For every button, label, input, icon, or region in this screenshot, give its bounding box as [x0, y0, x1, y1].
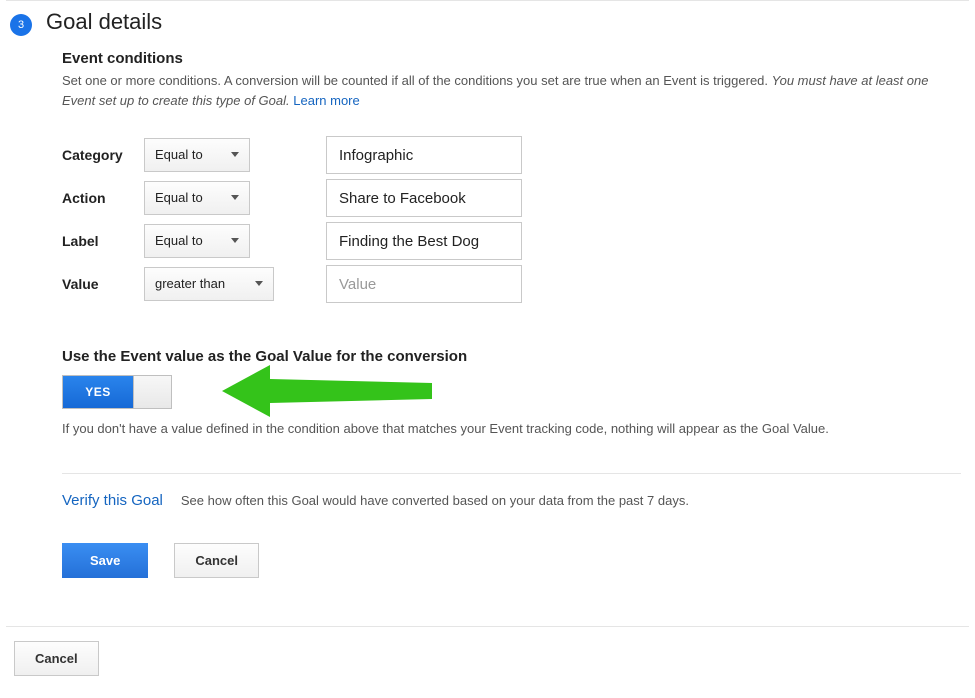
operator-text: greater than [155, 276, 225, 291]
operator-text: Equal to [155, 233, 203, 248]
goal-value-note: If you don't have a value defined in the… [62, 419, 961, 439]
condition-label-label: Label [62, 233, 144, 249]
condition-value-label[interactable] [326, 222, 522, 260]
chevron-down-icon [231, 152, 239, 157]
condition-operator-category[interactable]: Equal to [144, 138, 250, 172]
outer-divider [6, 626, 969, 627]
learn-more-link[interactable]: Learn more [293, 93, 359, 108]
goal-value-toggle[interactable]: YES [62, 375, 172, 409]
event-conditions-help: Set one or more conditions. A conversion… [62, 71, 961, 110]
operator-text: Equal to [155, 147, 203, 162]
condition-operator-label[interactable]: Equal to [144, 224, 250, 258]
condition-label-action: Action [62, 190, 144, 206]
operator-text: Equal to [155, 190, 203, 205]
condition-label-category: Category [62, 147, 144, 163]
conditions-table: Category Equal to Action Equal to [62, 136, 961, 302]
goal-value-question: Use the Event value as the Goal Value fo… [62, 348, 961, 365]
arrow-annotation-icon [222, 361, 442, 421]
condition-label-value: Value [62, 276, 144, 292]
chevron-down-icon [231, 238, 239, 243]
chevron-down-icon [231, 195, 239, 200]
step-number-badge: 3 [10, 14, 32, 36]
condition-value-value[interactable] [326, 265, 522, 303]
condition-operator-value[interactable]: greater than [144, 267, 274, 301]
step-title: Goal details [46, 9, 162, 35]
save-button[interactable]: Save [62, 543, 148, 578]
verify-goal-desc: See how often this Goal would have conve… [181, 493, 689, 508]
toggle-knob[interactable] [133, 376, 171, 408]
divider [62, 473, 961, 474]
step-header: 3 Goal details [10, 9, 965, 36]
cancel-button[interactable]: Cancel [174, 543, 259, 578]
event-conditions-title: Event conditions [62, 50, 961, 67]
chevron-down-icon [255, 281, 263, 286]
condition-value-action[interactable] [326, 179, 522, 217]
toggle-on-label: YES [63, 376, 133, 408]
condition-value-category[interactable] [326, 136, 522, 174]
verify-goal-link[interactable]: Verify this Goal [62, 492, 163, 509]
condition-operator-action[interactable]: Equal to [144, 181, 250, 215]
outer-cancel-button[interactable]: Cancel [14, 641, 99, 676]
help-text-plain: Set one or more conditions. A conversion… [62, 73, 772, 88]
